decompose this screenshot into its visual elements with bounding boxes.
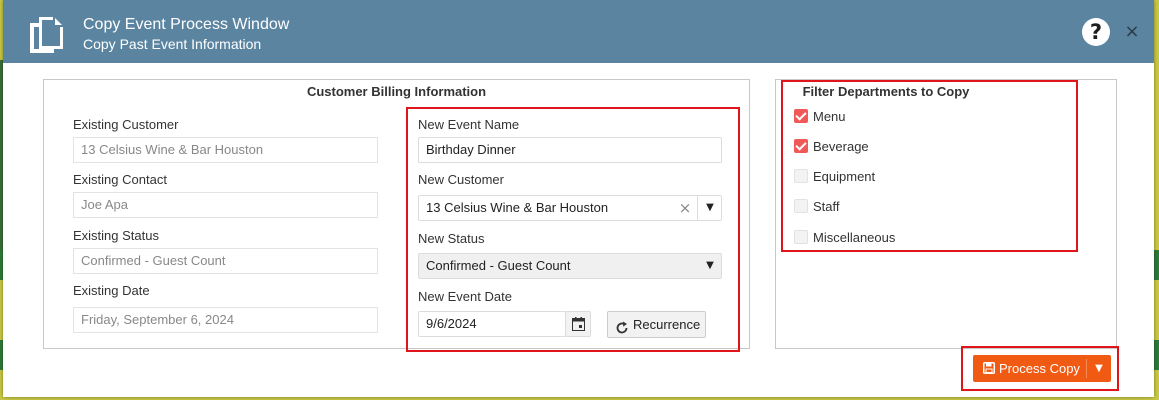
close-icon[interactable]: × — [1124, 22, 1140, 42]
modal-header: Copy Event Process Window Copy Past Even… — [3, 0, 1154, 63]
modal-subtitle: Copy Past Event Information — [83, 36, 262, 52]
modal-title: Copy Event Process Window — [83, 16, 290, 33]
save-icon — [983, 362, 995, 377]
existing-customer-field: 13 Celsius Wine & Bar Houston — [73, 137, 378, 163]
split-divider — [1086, 359, 1087, 378]
chevron-down-icon[interactable]: ▼ — [1090, 355, 1108, 382]
billing-panel-title: Customer Billing Information — [306, 84, 487, 99]
existing-customer-label: Existing Customer — [73, 117, 179, 132]
process-copy-label: Process Copy — [999, 361, 1080, 376]
help-icon[interactable]: ? — [1082, 18, 1110, 46]
highlight-box-new-event — [406, 107, 740, 352]
existing-status-label: Existing Status — [73, 228, 159, 243]
existing-date-field: Friday, September 6, 2024 — [73, 307, 378, 333]
existing-date-label: Existing Date — [73, 283, 150, 298]
copy-event-modal: Copy Event Process Window Copy Past Even… — [3, 0, 1154, 397]
existing-contact-label: Existing Contact — [73, 172, 167, 187]
existing-status-field: Confirmed - Guest Count — [73, 248, 378, 274]
existing-contact-field: Joe Apa — [73, 192, 378, 218]
highlight-box-filter — [781, 80, 1078, 252]
copy-documents-icon — [27, 14, 65, 56]
process-copy-button[interactable]: Process Copy ▼ — [973, 355, 1111, 382]
